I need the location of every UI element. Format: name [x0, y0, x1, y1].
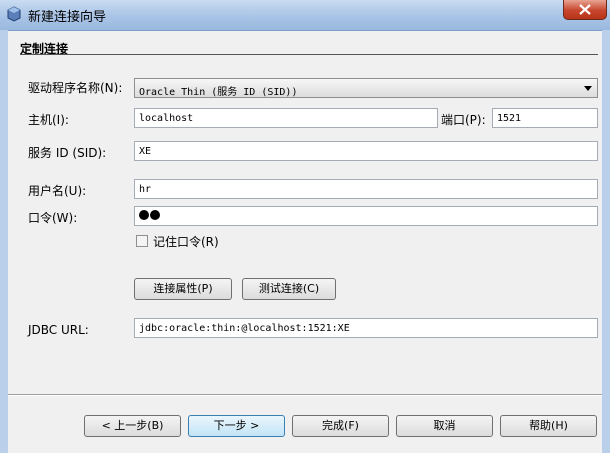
next-button[interactable]: 下一步 >	[188, 415, 285, 437]
sid-input[interactable]: XE	[134, 141, 598, 161]
close-icon	[579, 4, 591, 15]
wizard-content: 定制连接 驱动程序名称(N): Oracle Thin (服务 ID (SID)…	[8, 31, 602, 391]
password-label: 口令(W):	[28, 211, 78, 225]
test-connection-button[interactable]: 测试连接(C)	[242, 278, 336, 300]
username-label: 用户名(U):	[28, 184, 87, 198]
remember-password-checkbox[interactable]	[136, 235, 148, 247]
window-title: 新建连接向导	[28, 10, 107, 25]
port-input[interactable]: 1521	[492, 108, 598, 128]
chevron-down-icon	[584, 86, 592, 91]
cancel-button[interactable]: 取消	[396, 415, 493, 437]
finish-button[interactable]: 完成(F)	[292, 415, 389, 437]
window-frame-left	[0, 30, 8, 453]
sid-label: 服务 ID (SID):	[28, 146, 107, 160]
port-label: 端口(P):	[441, 113, 486, 127]
jdbc-url-field[interactable]: jdbc:oracle:thin:@localhost:1521:XE	[134, 318, 598, 338]
password-mask-dot	[150, 210, 160, 220]
help-button[interactable]: 帮助(H)	[500, 415, 597, 437]
host-input[interactable]: localhost	[134, 108, 438, 128]
driver-label: 驱动程序名称(N):	[28, 81, 123, 95]
username-input[interactable]: hr	[134, 179, 598, 199]
connection-properties-button[interactable]: 连接属性(P)	[134, 278, 232, 300]
driver-select[interactable]: Oracle Thin (服务 ID (SID))	[134, 78, 598, 98]
password-mask-dot	[139, 210, 149, 220]
close-button[interactable]	[563, 0, 607, 20]
section-divider	[20, 54, 598, 55]
title-bar: 新建连接向导	[0, 0, 610, 31]
password-input[interactable]	[134, 206, 598, 226]
jdbc-url-label: JDBC URL:	[28, 323, 89, 337]
back-button[interactable]: < 上一步(B)	[84, 415, 181, 437]
footer-divider-highlight	[8, 395, 602, 396]
remember-password-label: 记住口令(R)	[153, 235, 219, 249]
host-label: 主机(I):	[28, 113, 69, 127]
app-icon	[7, 6, 21, 22]
driver-select-value: Oracle Thin (服务 ID (SID))	[139, 87, 298, 98]
window-frame-right	[602, 30, 610, 453]
